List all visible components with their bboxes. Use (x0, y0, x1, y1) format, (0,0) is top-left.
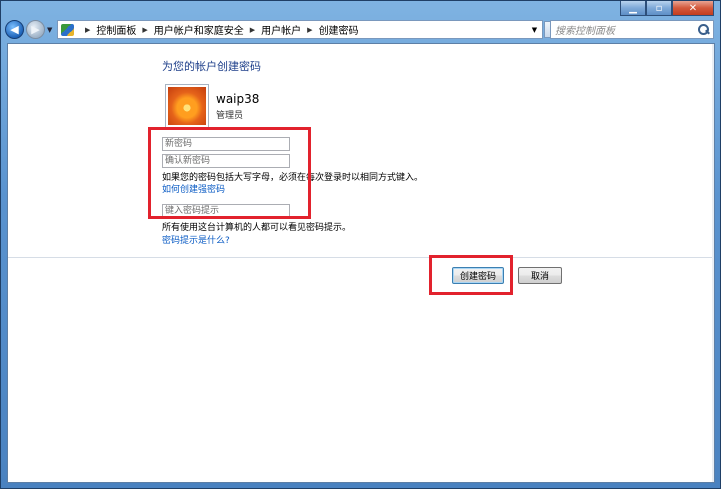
main-content: 为您的帐户创建密码 waip38 管理员 新密码 确认新密码 如果您的密码包括大… (7, 43, 715, 483)
content-edge (712, 44, 714, 482)
control-panel-window: ▁ ▫ ✕ ◀ ▶ ▼ ▶ 控制面板 ▶ 用户帐户和家庭安全 ▶ 用户帐户 ▶ … (0, 0, 721, 489)
cancel-button[interactable]: 取消 (518, 267, 562, 284)
minimize-button[interactable]: ▁ (620, 1, 646, 16)
password-fields-highlight (148, 127, 311, 219)
control-panel-icon (61, 23, 74, 36)
caption-buttons: ▁ ▫ ✕ (620, 1, 714, 16)
back-arrow-icon[interactable]: ◀ (5, 20, 24, 39)
search-icon[interactable] (697, 23, 710, 36)
user-name: waip38 (216, 92, 260, 106)
user-role: 管理员 (216, 111, 244, 121)
address-dropdown-icon[interactable]: ▼ (526, 21, 542, 38)
chevron-right-icon[interactable]: ▶ (142, 26, 147, 34)
page-title: 为您的帐户创建密码 (162, 60, 261, 73)
flower-avatar-image (168, 87, 206, 125)
what-is-hint-link[interactable]: 密码提示是什么? (162, 233, 230, 246)
forward-arrow-icon[interactable]: ▶ (26, 20, 45, 39)
breadcrumb-user-accounts[interactable]: 用户帐户 (261, 22, 301, 37)
chevron-right-icon[interactable]: ▶ (85, 26, 90, 34)
divider (8, 257, 714, 258)
search-placeholder: 搜索控制面板 (555, 26, 615, 37)
title-bar: ▁ ▫ ✕ (1, 1, 720, 17)
create-button-highlight (429, 255, 513, 295)
breadcrumb-control-panel[interactable]: 控制面板 (96, 22, 136, 37)
avatar (165, 84, 209, 128)
hint-visibility-note: 所有使用这台计算机的人都可以看见密码提示。 (162, 223, 352, 233)
breadcrumb-create-password[interactable]: 创建密码 (319, 22, 359, 37)
maximize-button[interactable]: ▫ (646, 1, 672, 16)
chevron-right-icon[interactable]: ▶ (307, 26, 312, 34)
search-input[interactable]: 搜索控制面板 (550, 20, 714, 39)
history-dropdown-icon[interactable]: ▼ (47, 26, 52, 34)
address-bar[interactable]: ▶ 控制面板 ▶ 用户帐户和家庭安全 ▶ 用户帐户 ▶ 创建密码 ▼ (57, 20, 543, 39)
close-button[interactable]: ✕ (672, 1, 714, 16)
navigation-bar: ◀ ▶ ▼ ▶ 控制面板 ▶ 用户帐户和家庭安全 ▶ 用户帐户 ▶ 创建密码 ▼… (1, 18, 720, 40)
chevron-right-icon[interactable]: ▶ (250, 26, 255, 34)
breadcrumb-user-accounts-family[interactable]: 用户帐户和家庭安全 (154, 22, 244, 37)
